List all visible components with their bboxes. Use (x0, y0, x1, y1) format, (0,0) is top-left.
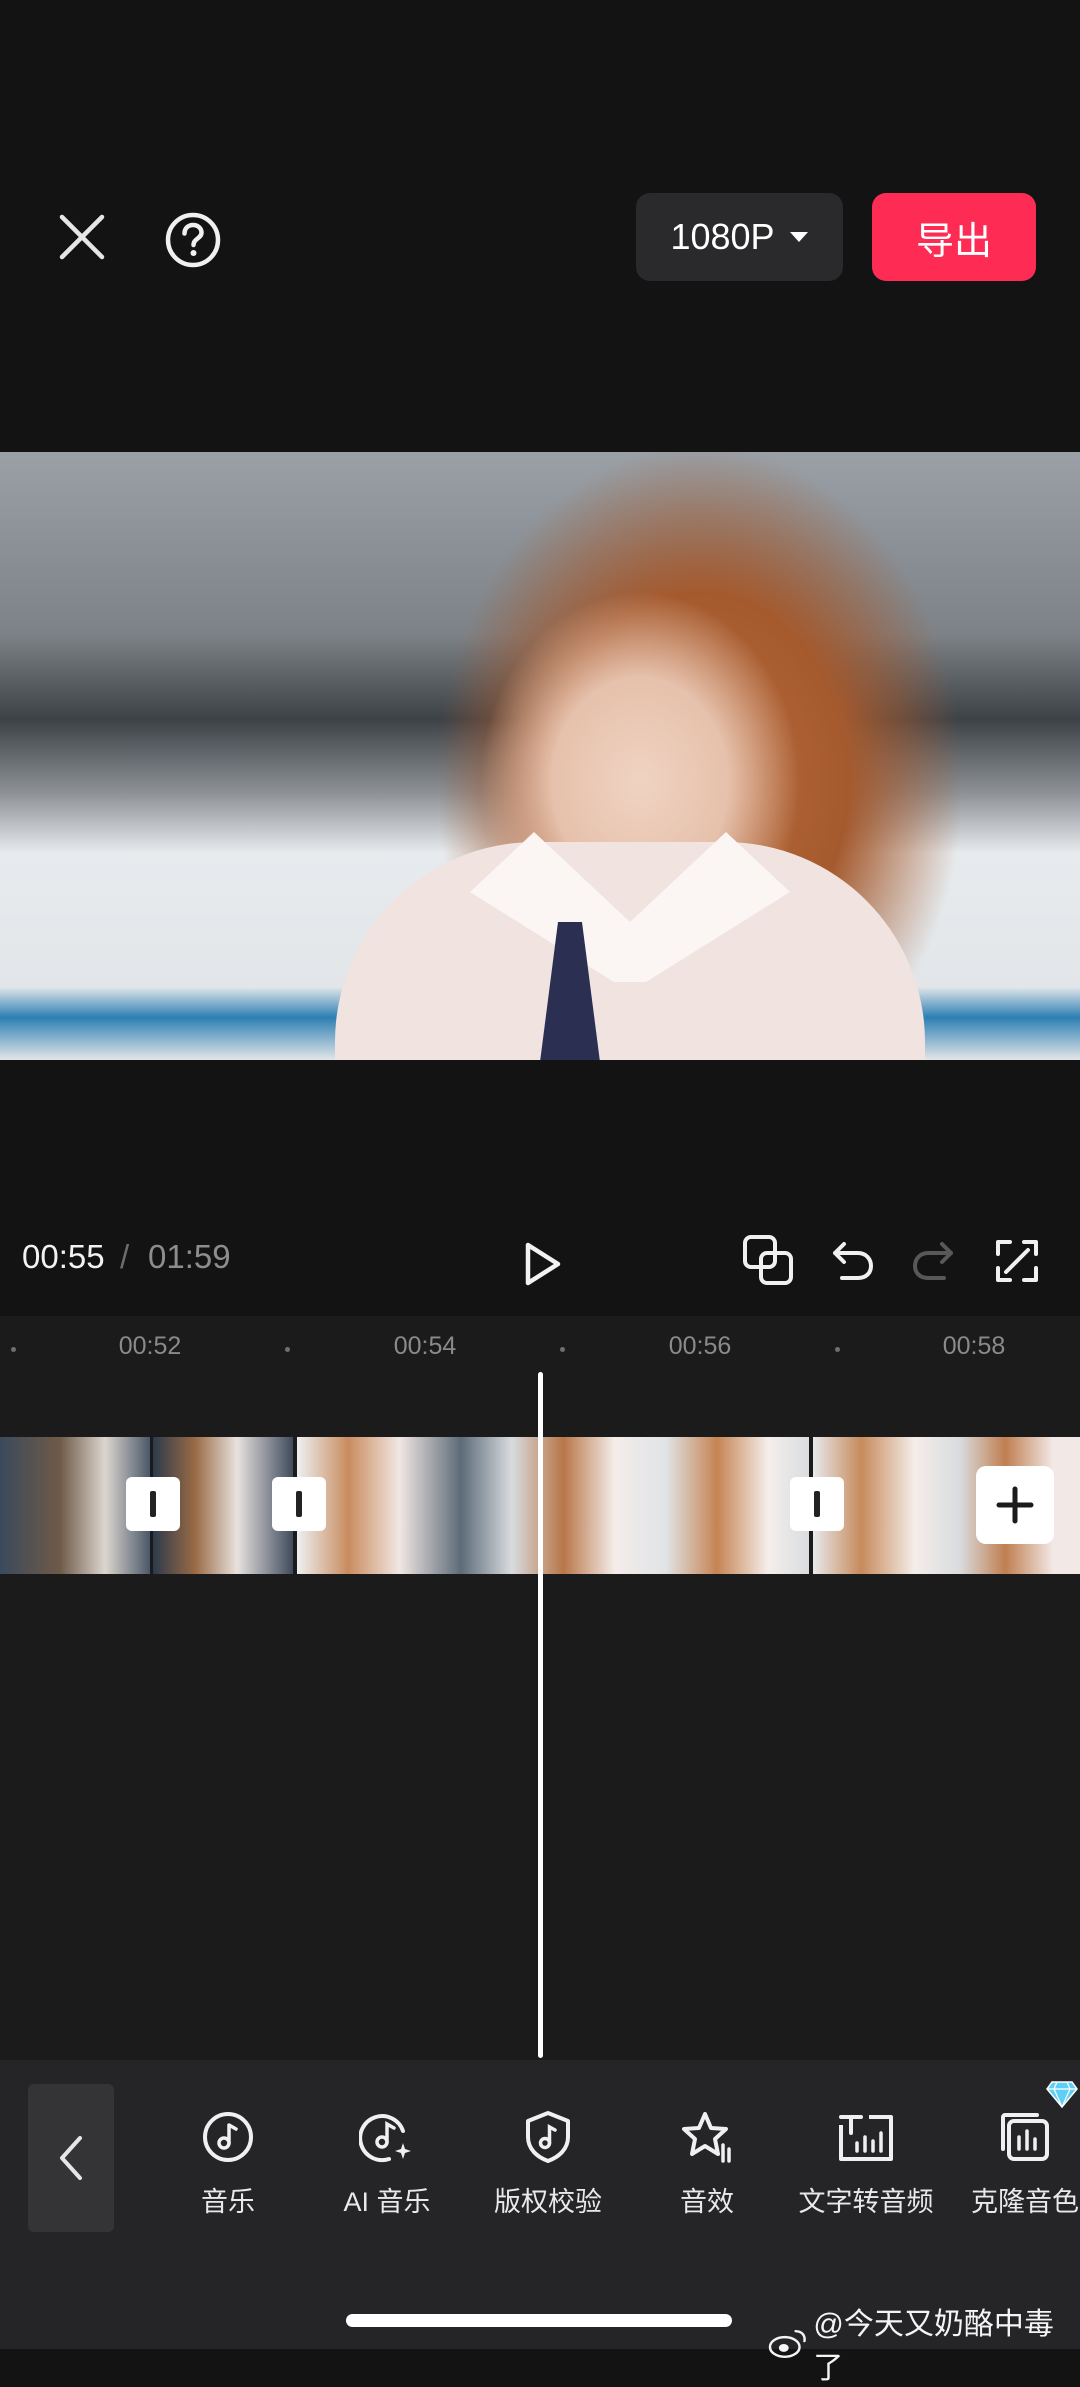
ruler-label: 00:52 (118, 1332, 182, 1360)
help-button[interactable] (158, 205, 228, 275)
toolbar-item-clone-voice[interactable]: 克隆音色 (945, 2108, 1080, 2219)
add-clip-button[interactable] (976, 1466, 1054, 1544)
redo-icon (913, 1242, 953, 1280)
transition-button[interactable] (790, 1477, 844, 1531)
toolbar-item-label: 版权校验 (494, 2187, 602, 2217)
export-button[interactable]: 导出 (872, 193, 1036, 281)
close-button[interactable] (50, 205, 114, 269)
play-button[interactable] (512, 1234, 572, 1294)
toolbar-item-music[interactable]: 音乐 (148, 2108, 308, 2219)
home-indicator[interactable] (346, 2314, 732, 2327)
toolbar-item-sound-effects[interactable]: 音效 (627, 2108, 787, 2219)
video-preview[interactable] (0, 452, 1080, 1060)
time-separator: / (120, 1238, 130, 1275)
transition-button[interactable] (272, 1477, 326, 1531)
undo-button[interactable] (828, 1236, 878, 1286)
music-note-icon (199, 2108, 257, 2166)
transition-icon (296, 1491, 302, 1517)
keyframe-copy-button[interactable] (740, 1232, 798, 1290)
ruler-label: 00:56 (668, 1332, 732, 1360)
ruler-dot (285, 1347, 290, 1352)
vip-diamond-icon (1046, 2080, 1078, 2113)
toolbar-item-copyright-check[interactable]: 版权校验 (468, 2108, 628, 2219)
watermark-text: @今天又奶酪中毒了 (813, 2308, 1054, 2385)
copyright-shield-icon (519, 2108, 577, 2166)
toolbar-item-label: 文字转音频 (798, 2187, 934, 2217)
toolbar-back-button[interactable] (28, 2084, 114, 2232)
resolution-label: 1080P (670, 216, 775, 257)
ruler-dot (11, 1347, 16, 1352)
copy-icon (743, 1235, 793, 1285)
undo-icon (833, 1242, 873, 1280)
toolbar-item-label: AI 音乐 (343, 2187, 431, 2217)
redo-button[interactable] (908, 1236, 958, 1286)
toolbar-item-label: 克隆音色 (971, 2187, 1079, 2217)
play-icon (525, 1242, 561, 1286)
transition-icon (150, 1491, 156, 1517)
help-icon (165, 212, 221, 268)
timeline-ruler[interactable]: 00:52 00:54 00:56 00:58 (0, 1316, 1080, 1380)
transition-icon (814, 1491, 820, 1517)
weibo-logo-icon (768, 2329, 806, 2359)
chevron-left-icon (60, 2136, 82, 2180)
transition-button[interactable] (126, 1477, 180, 1531)
toolbar-item-ai-music[interactable]: AI 音乐 (307, 2108, 467, 2219)
sound-effect-star-icon (678, 2108, 736, 2166)
toolbar-item-text-to-audio[interactable]: 文字转音频 (786, 2108, 946, 2219)
watermark: @今天又奶酪中毒了 (768, 2299, 1080, 2387)
fullscreen-button[interactable] (992, 1236, 1042, 1286)
clone-voice-icon (996, 2108, 1054, 2166)
fullscreen-icon (996, 1240, 1038, 1282)
video-clip[interactable] (297, 1437, 809, 1574)
ai-music-icon (358, 2108, 416, 2166)
toolbar-item-label: 音效 (680, 2187, 734, 2217)
caret-down-icon (789, 232, 808, 242)
plus-icon (996, 1486, 1034, 1524)
total-time: 01:59 (148, 1238, 231, 1275)
ruler-label: 00:58 (942, 1332, 1006, 1360)
resolution-selector[interactable]: 1080P (636, 193, 843, 281)
close-icon (59, 214, 105, 260)
ruler-dot (560, 1347, 565, 1352)
text-to-audio-icon (837, 2108, 895, 2166)
current-time: 00:55 (22, 1238, 105, 1275)
playhead[interactable] (538, 1372, 543, 2058)
ruler-label: 00:54 (393, 1332, 457, 1360)
toolbar-item-label: 音乐 (201, 2187, 255, 2217)
ruler-dot (835, 1347, 840, 1352)
